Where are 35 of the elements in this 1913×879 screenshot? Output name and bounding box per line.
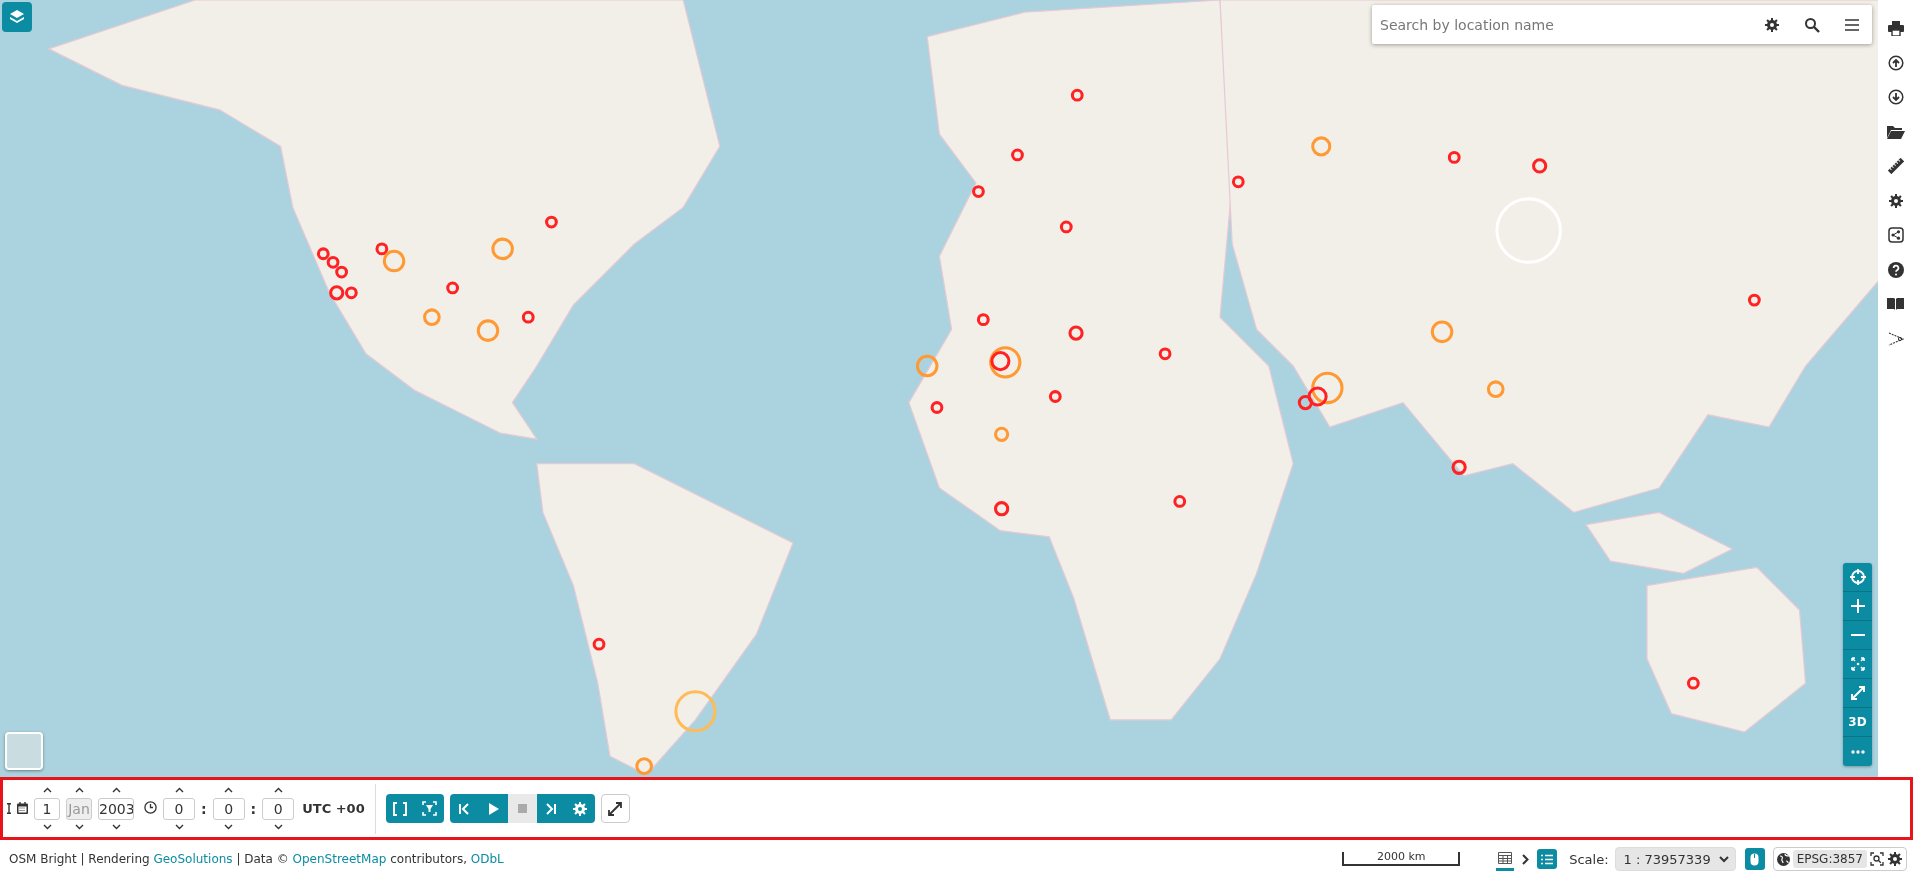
zoom-to-icon[interactable] (1870, 852, 1884, 866)
skip-to-end-icon[interactable] (536, 794, 566, 823)
list-icon[interactable] (1537, 849, 1558, 869)
attribution-text: OSM Bright | Rendering GeoSolutions | Data © OpenStreetMap contributors, ODbL (9, 852, 504, 866)
spinner-field[interactable]: 0 (212, 797, 245, 820)
globe-icon (1776, 852, 1790, 866)
scale-label: Scale: (1569, 851, 1609, 867)
attribution-link[interactable]: GeoSolutions (153, 852, 233, 866)
spinner-field[interactable]: 0 (262, 797, 295, 820)
settings-icon[interactable] (1887, 851, 1903, 867)
fit-range-icon[interactable] (414, 794, 444, 823)
layers-icon (8, 8, 26, 26)
layers-button[interactable] (2, 2, 32, 32)
crs-selector[interactable]: EPSG:3857 (1792, 850, 1867, 868)
overview-map-thumbnail[interactable] (5, 732, 43, 770)
caret-icon (1718, 855, 1729, 863)
scale-dropdown[interactable]: 1 : 73957339 (1614, 847, 1736, 871)
search-field[interactable]: Search by location name (1372, 5, 1752, 44)
search-bar[interactable]: Search by location name (1372, 5, 1872, 44)
chevron-right-icon (1522, 853, 1530, 865)
3d-view-button[interactable]: 3D (1843, 708, 1872, 737)
expand-icon[interactable] (600, 794, 630, 823)
scale-bar: 2000 km (1342, 852, 1461, 866)
spinner-field[interactable]: 2003 (98, 797, 134, 820)
timezone-label: UTC +00 (302, 801, 365, 816)
time-separator: : (201, 800, 207, 817)
range-brackets-icon[interactable] (385, 794, 415, 823)
time-separator: : (250, 800, 257, 817)
mouse-icon[interactable] (1744, 848, 1765, 870)
attribution-link[interactable]: OpenStreetMap (292, 852, 387, 866)
spinner-field[interactable]: 1 (34, 797, 60, 820)
play-icon[interactable] (478, 794, 508, 823)
attribution-link[interactable]: ODbL (470, 852, 504, 866)
spinner-field[interactable]: 0 (163, 797, 195, 820)
skip-to-start-icon[interactable] (449, 794, 479, 823)
